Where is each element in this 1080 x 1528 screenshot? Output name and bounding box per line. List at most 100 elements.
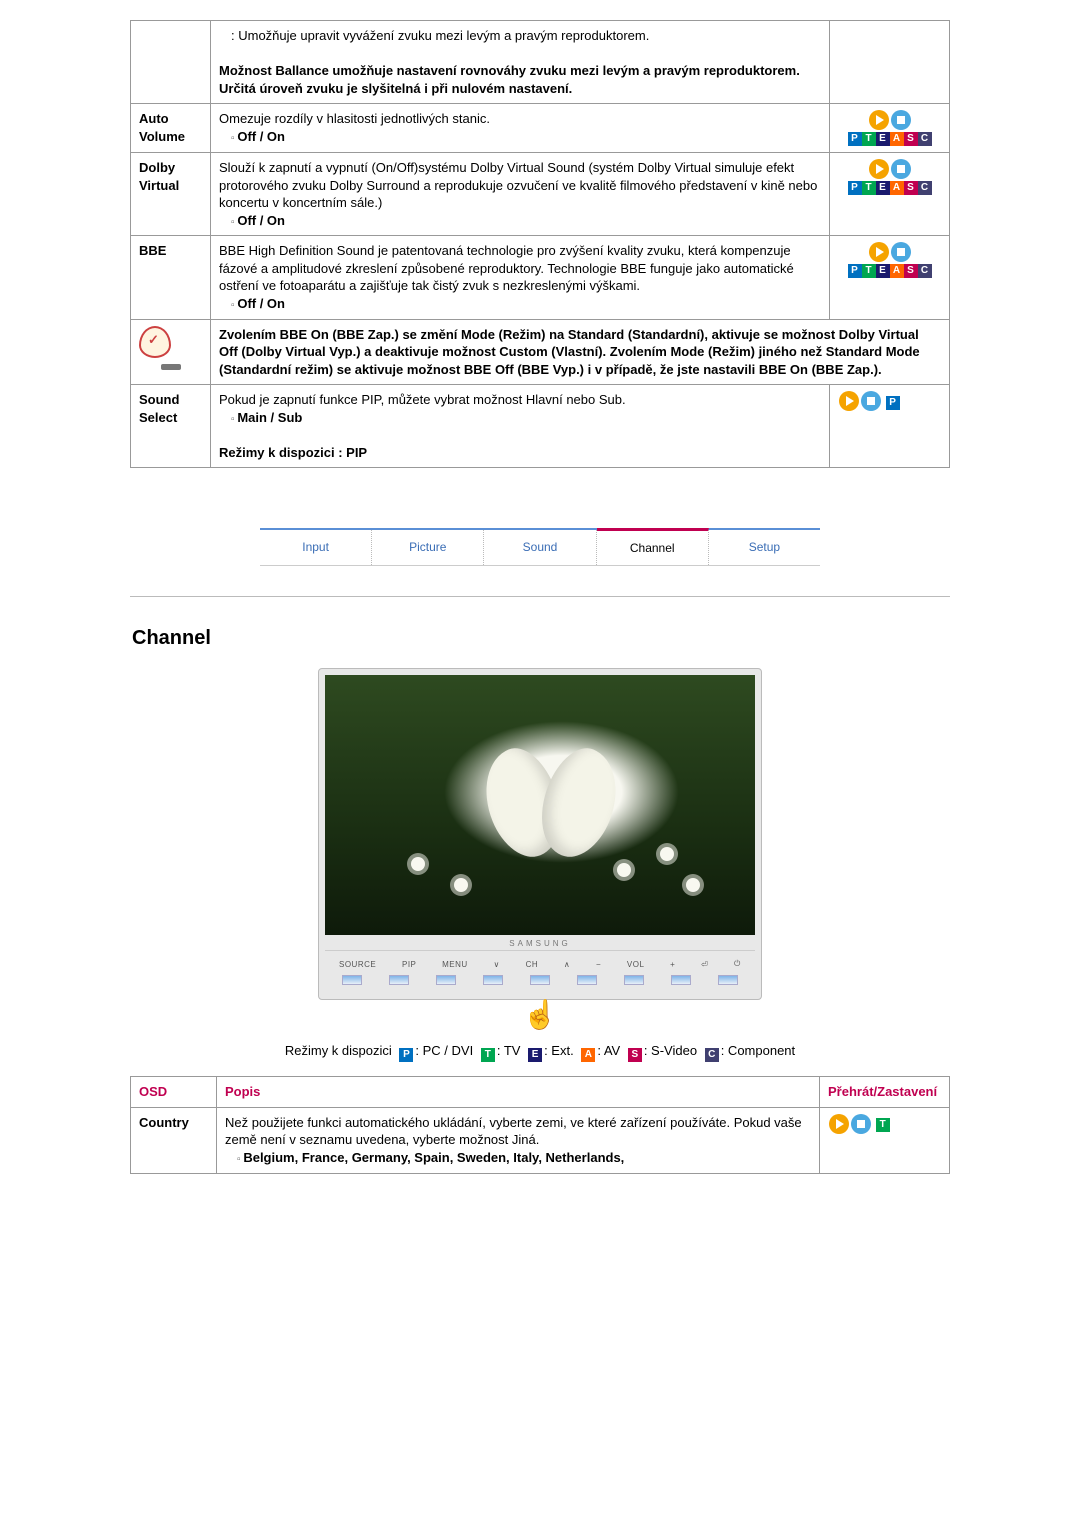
cell-label: Auto Volume xyxy=(131,104,211,153)
monitor-brand: SAMSUNG xyxy=(325,935,755,950)
desc-text: : Umožňuje upravit vyvážení zvuku mezi l… xyxy=(219,27,821,45)
sound-settings-table: : Umožňuje upravit vyvážení zvuku mezi l… xyxy=(130,20,950,468)
monitor-light-bar xyxy=(325,973,755,993)
hand-icon: ☝ xyxy=(130,998,950,1031)
tab-sound[interactable]: Sound xyxy=(484,530,596,565)
stop-icon[interactable] xyxy=(891,242,911,262)
header-play: Přehrát/Zastavení xyxy=(820,1077,950,1108)
cell-desc: Omezuje rozdíly v hlasitosti jednotlivýc… xyxy=(211,104,830,153)
header-row: OSD Popis Přehrát/Zastavení xyxy=(131,1077,950,1108)
tag-s-label: : S-Video xyxy=(644,1043,697,1058)
cell-desc: Slouží k zapnutí a vypnutí (On/Off)systé… xyxy=(211,153,830,236)
mode-tags: PTEASC xyxy=(848,129,932,144)
btn-vol-down: − xyxy=(596,960,601,969)
cell-label: Dolby Virtual xyxy=(131,153,211,236)
monitor-screen xyxy=(325,675,755,935)
monitor-illustration: SAMSUNG SOURCE PIP MENU ∨ CH ∧ − VOL + ⏎… xyxy=(130,668,950,1031)
header-osd: OSD xyxy=(131,1077,217,1108)
tag-a-icon: A xyxy=(581,1048,595,1062)
tab-picture[interactable]: Picture xyxy=(372,530,484,565)
play-icon[interactable] xyxy=(869,242,889,262)
tag-p-label: : PC / DVI xyxy=(415,1043,473,1058)
row-bbe-note: Zvolením BBE On (BBE Zap.) se změní Mode… xyxy=(131,319,950,385)
divider xyxy=(130,596,950,597)
btn-ch-down: ∨ xyxy=(493,960,499,969)
cell-label xyxy=(131,21,211,104)
modes-prefix: Režimy k dispozici xyxy=(285,1043,392,1058)
tab-setup[interactable]: Setup xyxy=(709,530,820,565)
stop-icon[interactable] xyxy=(891,159,911,179)
cell-desc: BBE High Definition Sound je patentovaná… xyxy=(211,236,830,319)
tag-c-icon: C xyxy=(705,1048,719,1062)
desc-options: Off / On xyxy=(219,129,285,144)
desc-options: Main / Sub xyxy=(219,410,302,425)
cell-desc: Než použijete funkci automatického uklád… xyxy=(217,1107,820,1173)
cell-label: BBE xyxy=(131,236,211,319)
play-icon[interactable] xyxy=(869,159,889,179)
row-auto-volume: Auto Volume Omezuje rozdíly v hlasitosti… xyxy=(131,104,950,153)
tab-channel[interactable]: Channel xyxy=(597,528,709,565)
row-sound-select: Sound Select Pokud je zapnutí funkce PIP… xyxy=(131,385,950,468)
play-icon[interactable] xyxy=(869,110,889,130)
play-stop-icon[interactable]: PTEASC xyxy=(838,159,941,195)
play-stop-icon[interactable]: PTEASC xyxy=(838,242,941,278)
btn-vol: VOL xyxy=(627,960,645,969)
play-icon[interactable] xyxy=(839,391,859,411)
btn-power: ⏻ xyxy=(734,959,741,969)
desc-text: Slouží k zapnutí a vypnutí (On/Off)systé… xyxy=(219,160,817,210)
cell-icons: PTEASC xyxy=(830,104,950,153)
stop-icon[interactable] xyxy=(891,110,911,130)
mode-tags: T xyxy=(876,1115,890,1130)
mode-tags: PTEASC xyxy=(848,178,932,193)
note-icon-cell xyxy=(131,319,211,385)
stop-icon[interactable] xyxy=(851,1114,871,1134)
section-title: Channel xyxy=(132,627,950,650)
note-icon xyxy=(139,326,171,358)
note-text: Zvolením BBE On (BBE Zap.) se změní Mode… xyxy=(211,319,950,385)
cell-label: Sound Select xyxy=(131,385,211,468)
cell-desc: Pokud je zapnutí funkce PIP, můžete vybr… xyxy=(211,385,830,468)
mode-tags: P xyxy=(886,393,900,408)
cell-icons: P xyxy=(830,385,950,468)
cell-icons xyxy=(830,21,950,104)
btn-ch: CH xyxy=(526,960,539,969)
btn-menu: MENU xyxy=(442,960,468,969)
tag-p-icon: P xyxy=(399,1048,413,1062)
tab-input[interactable]: Input xyxy=(260,530,372,565)
play-stop-icon[interactable]: P xyxy=(838,391,900,411)
cell-desc: : Umožňuje upravit vyvážení zvuku mezi l… xyxy=(211,21,830,104)
channel-settings-table: OSD Popis Přehrát/Zastavení Country Než … xyxy=(130,1076,950,1173)
section-tabs: Input Picture Sound Channel Setup xyxy=(260,528,820,566)
stop-icon[interactable] xyxy=(861,391,881,411)
row-dolby-virtual: Dolby Virtual Slouží k zapnutí a vypnutí… xyxy=(131,153,950,236)
tag-a-label: : AV xyxy=(597,1043,620,1058)
play-stop-icon[interactable]: PTEASC xyxy=(838,110,941,146)
cell-icons: PTEASC xyxy=(830,153,950,236)
desc-options: Off / On xyxy=(219,213,285,228)
desc-bold: Možnost Ballance umožňuje nastavení rovn… xyxy=(219,62,821,97)
btn-ch-up: ∧ xyxy=(564,960,570,969)
mode-tags: PTEASC xyxy=(848,261,932,276)
cell-icons: T xyxy=(820,1107,950,1173)
header-desc: Popis xyxy=(217,1077,820,1108)
row-bbe: BBE BBE High Definition Sound je patento… xyxy=(131,236,950,319)
tag-c-label: : Component xyxy=(721,1043,795,1058)
desc-text: Než použijete funkci automatického uklád… xyxy=(225,1115,802,1148)
tag-e-label: : Ext. xyxy=(544,1043,574,1058)
btn-pip: PIP xyxy=(402,960,416,969)
play-stop-icon[interactable]: T xyxy=(828,1114,890,1134)
btn-enter: ⏎ xyxy=(701,960,708,969)
play-icon[interactable] xyxy=(829,1114,849,1134)
tag-e-icon: E xyxy=(528,1048,542,1062)
desc-options: Belgium, France, Germany, Spain, Sweden,… xyxy=(225,1150,624,1165)
row-country: Country Než použijete funkci automatické… xyxy=(131,1107,950,1173)
modes-legend: Režimy k dispozici P: PC / DVI T: TV E: … xyxy=(130,1043,950,1062)
tag-t-icon: T xyxy=(481,1048,495,1062)
desc-text: Pokud je zapnutí funkce PIP, můžete vybr… xyxy=(219,392,626,407)
cell-icons: PTEASC xyxy=(830,236,950,319)
btn-source: SOURCE xyxy=(339,960,376,969)
tag-t-label: : TV xyxy=(497,1043,521,1058)
desc-text: Omezuje rozdíly v hlasitosti jednotlivýc… xyxy=(219,111,490,126)
cell-label: Country xyxy=(131,1107,217,1173)
desc-options: Off / On xyxy=(219,296,285,311)
